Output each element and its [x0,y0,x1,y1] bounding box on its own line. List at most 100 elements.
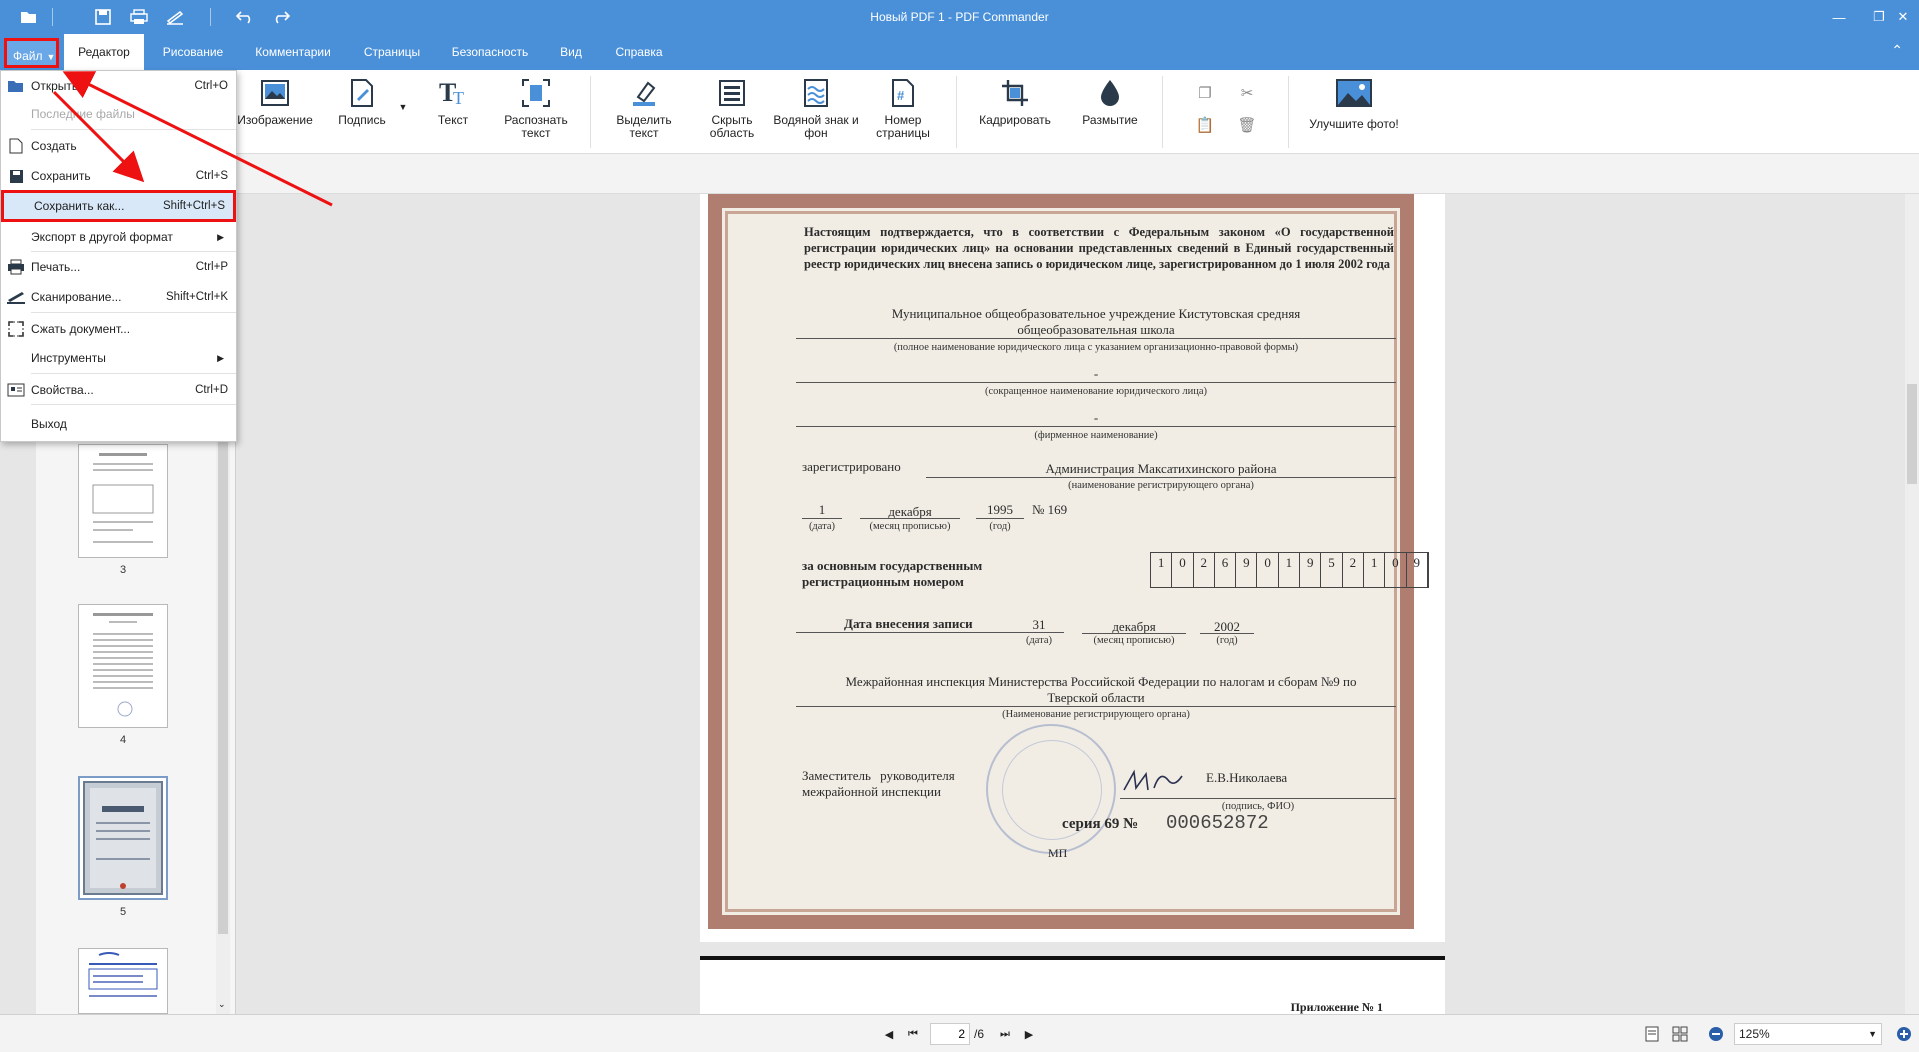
zoom-out-icon[interactable] [1706,1025,1726,1043]
menu-item-properties[interactable]: Свойства... Ctrl+D [1,377,236,403]
org-name-line1: Муниципальное общеобразовательное учрежд… [891,306,1301,321]
close-icon[interactable]: ✕ [1890,6,1916,28]
caption-date2: (дата) [1025,635,1053,646]
menu-item-shortcut: Ctrl+S [195,170,228,182]
menu-item-compress[interactable]: Сжать документ... [1,316,236,342]
menu-item-tools[interactable]: Инструменты ▶ [1,345,236,371]
caption-short-name: (сокращенное наименование юридического л… [984,386,1208,397]
thumbnail-label: 4 [119,734,127,746]
last-page-icon[interactable]: ⏭ [996,1025,1014,1043]
reg-day: 1 [818,502,826,517]
series-number: 000652872 [1166,812,1269,834]
image-button-label: Изображение [237,113,313,127]
blur-button[interactable]: Размытие [1072,78,1148,127]
ogrn-box: 1026901952109 [1150,552,1429,588]
tab-view[interactable]: Вид [546,34,596,70]
menu-item-shortcut: Shift+Ctrl+K [166,291,228,303]
cut-icon[interactable]: ✂ [1236,82,1258,104]
tab-editor[interactable]: Редактор [64,34,144,70]
chevron-down-icon: ▼ [398,102,408,112]
tab-pages[interactable]: Страницы [350,34,434,70]
ogrn-digit: 5 [1321,553,1343,587]
menu-item-recent-files: Последние файлы [1,101,236,127]
grid-view-icon[interactable] [1670,1025,1690,1043]
menu-item-export[interactable]: Экспорт в другой формат ▶ [1,224,236,250]
copy-icon[interactable]: ❐ [1194,82,1216,104]
menu-item-scan[interactable]: Сканирование... Shift+Ctrl+K [1,284,236,310]
document-scrollbar[interactable] [1905,194,1919,1014]
tab-comments[interactable]: Комментарии [242,34,344,70]
text-button[interactable]: TT Текст [426,78,480,127]
previous-page-icon[interactable]: ◀ [880,1025,898,1043]
tab-drawing[interactable]: Рисование [150,34,236,70]
menu-item-label: Выход [31,417,67,431]
menu-item-create[interactable]: Создать [1,133,236,159]
menu-item-label: Экспорт в другой формат [31,230,173,244]
signature-button[interactable]: Подпись [326,78,398,127]
zoom-select[interactable]: 125% ▼ [1734,1023,1882,1045]
entry-date-label: Дата внесения записи [844,616,973,631]
print-icon [1,254,31,280]
main-number-label-2: регистрационным номером [802,574,964,589]
file-menu-label: Файл [13,49,43,63]
ogrn-digit: 2 [1194,553,1215,587]
certificate-intro: Настоящим подтверждается, что в соответс… [804,225,1394,271]
thumbnail-page-6[interactable] [78,948,168,1014]
image-button[interactable]: Изображение [236,78,314,127]
chevron-down-icon[interactable]: ⌄ [218,999,226,1010]
menu-separator [31,251,236,252]
enhance-photo-button-label: Улучшите фото! [1309,117,1399,131]
ocr-button[interactable]: Распознать текст [494,78,578,140]
signature-dropdown[interactable]: ▼ [396,100,410,114]
registered-label: зарегистрировано [802,459,901,474]
menu-separator [31,373,236,374]
certificate-content: Настоящим подтверждается, что в соответс… [736,212,1429,928]
highlight-text-button[interactable]: Выделить текст [604,78,684,140]
tab-security[interactable]: Безопасность [440,34,540,70]
menu-item-save[interactable]: Сохранить Ctrl+S [1,163,236,189]
chevron-up-icon[interactable]: ⌃ [1891,42,1903,59]
caption-full-name: (полное наименование юридического лица с… [893,342,1299,353]
handwritten-signature [1123,769,1183,791]
ribbon-toolbar: Изображение Подпись ▼ TT Текст Распознат… [0,70,1919,154]
file-menu-button[interactable]: Файл ▼ [4,38,59,68]
caption-date: (дата) [808,521,836,532]
document-view[interactable]: Настоящим подтверждается, что в соответс… [240,194,1905,1014]
thumbnail-page-3[interactable] [78,444,168,558]
watermark-button[interactable]: Водяной знак и фон [772,78,860,140]
menu-item-exit[interactable]: Выход [1,411,236,437]
scrollbar-thumb[interactable] [1907,384,1917,484]
underline [796,426,1396,427]
ribbon-separator [590,76,591,148]
menu-item-open[interactable]: Открыть... Ctrl+O [1,73,236,99]
minimize-icon[interactable]: — [1826,6,1852,28]
thumbnail-page-4[interactable] [78,604,168,728]
restore-icon[interactable]: ❐ [1866,6,1892,28]
highlighter-icon [629,78,659,108]
photo-icon [1334,78,1374,108]
page-number-button[interactable]: # Номер страницы [864,78,942,140]
trash-icon[interactable]: 🗑 [1236,114,1258,136]
reg-number: № 169 [1032,502,1068,517]
text-icon: TT [438,78,468,108]
menu-item-print[interactable]: Печать... Ctrl+P [1,254,236,280]
enhance-photo-button[interactable]: Улучшите фото! [1300,78,1408,131]
hide-area-button[interactable]: Скрыть область [692,78,772,140]
underline [1120,798,1396,799]
first-page-icon[interactable]: ⏮ [904,1025,922,1043]
tab-help[interactable]: Справка [602,34,676,70]
menu-item-label: Инструменты [31,351,106,365]
menu-item-label: Сохранить [31,169,91,183]
menu-item-save-as[interactable]: Сохранить как... Shift+Ctrl+S [1,190,236,222]
single-page-view-icon[interactable] [1642,1025,1662,1043]
paste-icon[interactable]: 📋 [1194,114,1216,136]
zoom-in-icon[interactable] [1894,1025,1914,1043]
page-number-button-label: Номер страницы [876,113,930,140]
page-number-input[interactable] [930,1023,970,1045]
properties-icon [1,377,31,403]
next-page-icon[interactable]: ▶ [1020,1025,1038,1043]
thumbnail-label: 3 [119,564,127,576]
document-page: Приложение № 1 [700,956,1445,1014]
thumbnail-page-5[interactable] [78,776,168,900]
crop-button[interactable]: Кадрировать [972,78,1058,127]
